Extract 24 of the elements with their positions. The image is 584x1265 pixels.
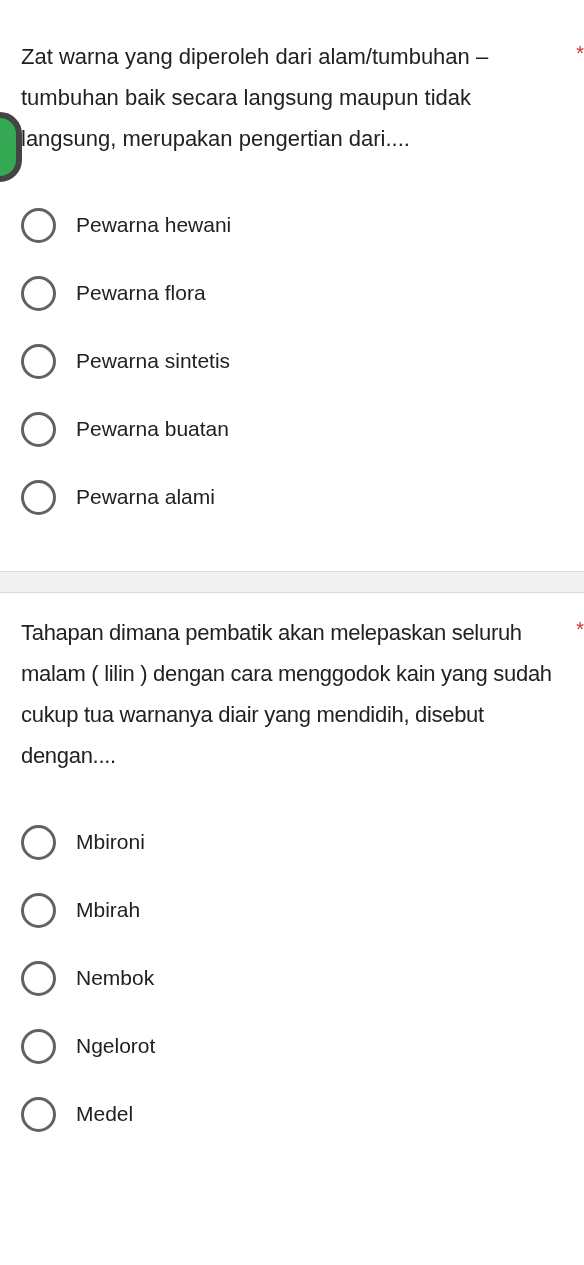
- option-label: Pewarna hewani: [76, 212, 232, 239]
- option-label: Nembok: [76, 965, 155, 992]
- option-label: Mbironi: [76, 829, 145, 856]
- option-label: Ngelorot: [76, 1033, 156, 1060]
- option-label: Pewarna buatan: [76, 416, 229, 443]
- radio-button[interactable]: [21, 275, 56, 311]
- radio-button[interactable]: [21, 207, 56, 243]
- radio-button[interactable]: [21, 1028, 56, 1064]
- option-label: Medel: [76, 1101, 134, 1128]
- radio-button[interactable]: [21, 343, 56, 379]
- radio-button[interactable]: [21, 411, 56, 447]
- required-asterisk: *: [576, 41, 584, 66]
- radio-button[interactable]: [21, 892, 56, 928]
- radio-button[interactable]: [21, 824, 56, 860]
- option-label: Pewarna alami: [76, 484, 215, 511]
- radio-button[interactable]: [21, 1096, 56, 1132]
- question-text: Zat warna yang diperoleh dari alam/tumbuhan – tumbuhan baik secara langsung maupun tidak langsung, merupakan pengertian dari....: [21, 43, 490, 153]
- option-label: Pewarna flora: [76, 280, 206, 307]
- option-label: Pewarna sintetis: [76, 348, 231, 375]
- required-asterisk: *: [576, 617, 584, 642]
- radio-button[interactable]: [21, 479, 56, 515]
- option-label: Mbirah: [76, 897, 141, 924]
- question-text: Tahapan dimana pembatik akan melepaskan seluruh malam ( lilin ) dengan cara menggodok kain yang sudah cukup tua warnanya diair yang mendidih, disebut dengan....: [21, 619, 553, 770]
- radio-button[interactable]: [21, 960, 56, 996]
